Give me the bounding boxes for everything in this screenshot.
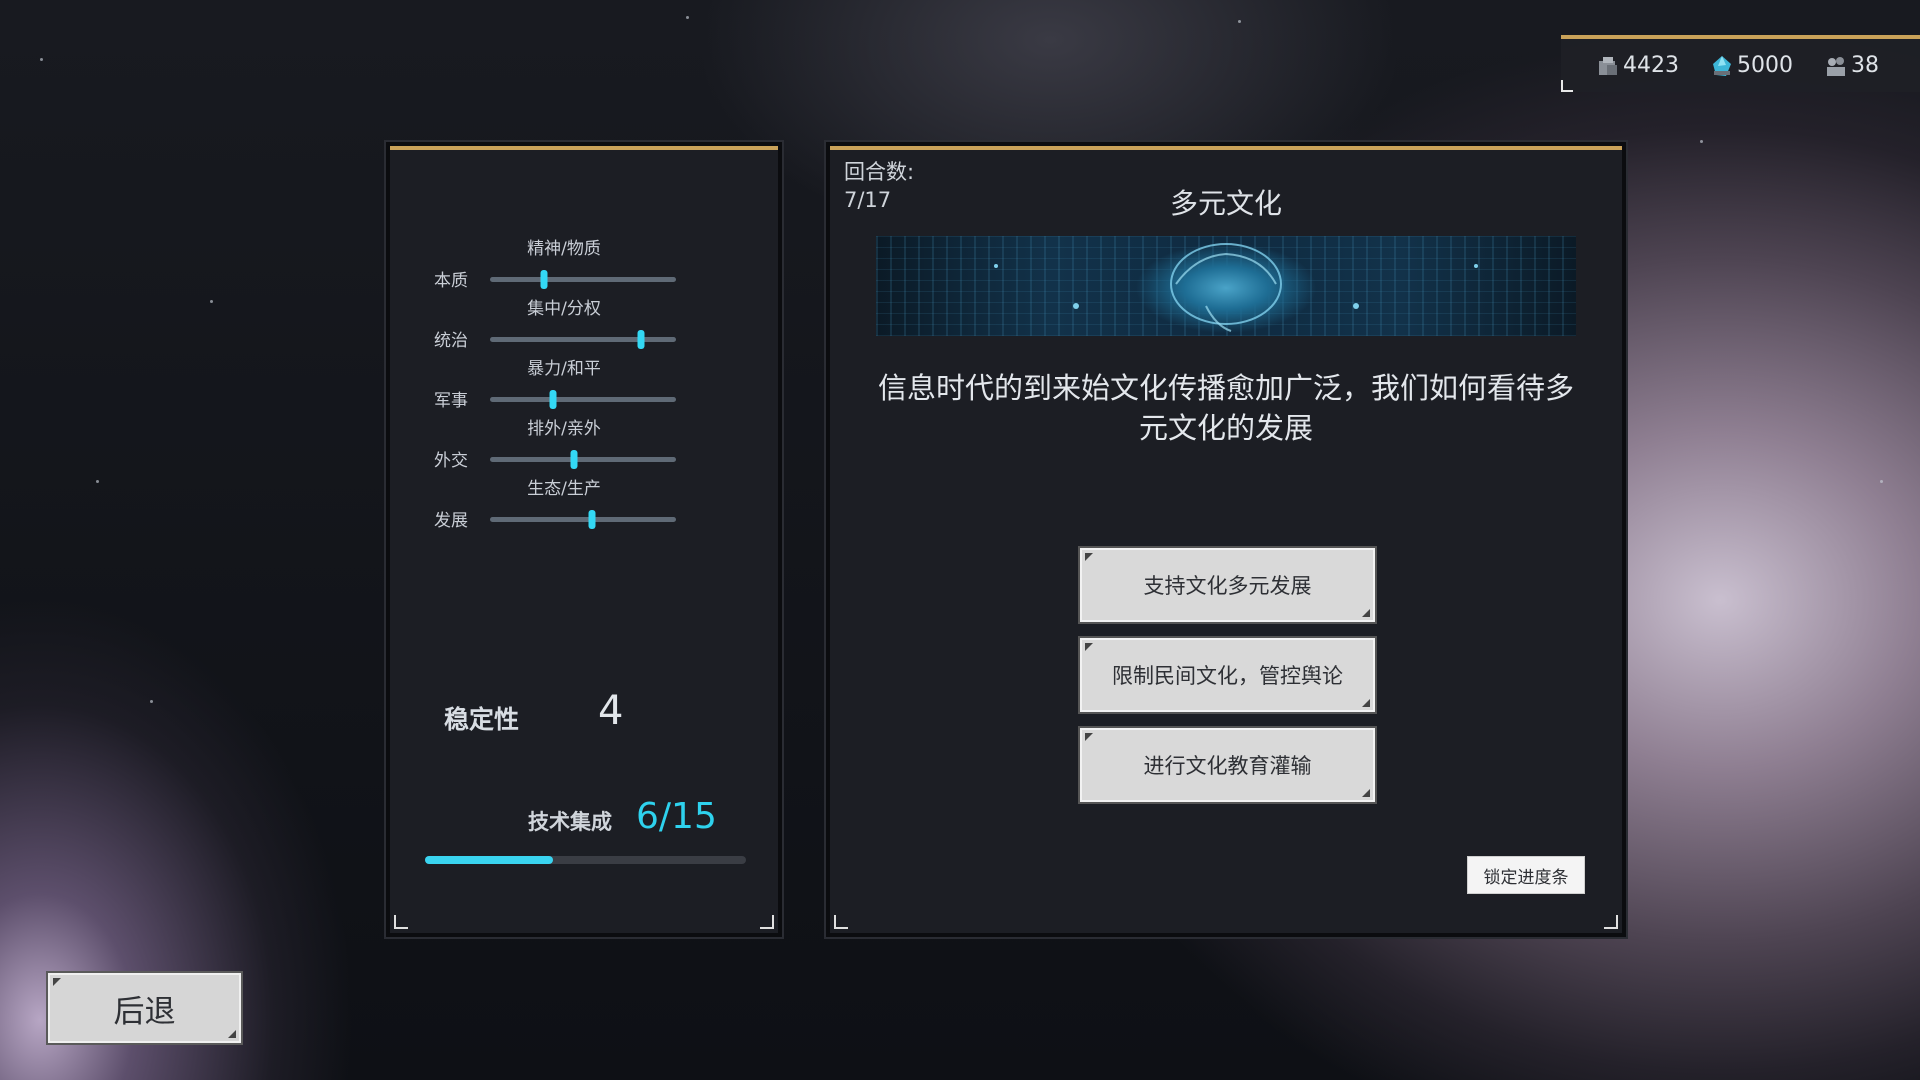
slider-knob: [637, 330, 645, 349]
slider-title: 暴力/和平: [527, 359, 601, 379]
tech-progress-fill: [425, 856, 554, 864]
stone-resource-icon: [1599, 56, 1617, 75]
slider-label: 发展: [434, 511, 468, 531]
resource-bar: 4423 5000 38: [1561, 35, 1920, 92]
slider-diplomacy: 排外/亲外 外交: [390, 414, 778, 474]
slider-development: 生态/生产 发展: [390, 474, 778, 534]
brain-circuit-icon: [994, 243, 1478, 332]
energy-crystal-icon: [1713, 55, 1731, 76]
resource-stone: 4423: [1595, 53, 1679, 79]
slider-label: 外交: [434, 451, 468, 471]
event-description: 信息时代的到来始文化传播愈加广泛，我们如何看待多元文化的发展: [877, 371, 1574, 445]
slider-knob: [549, 390, 557, 409]
slider-essence: 精神/物质 本质: [390, 234, 778, 294]
slider-label: 军事: [434, 391, 468, 411]
slider-track: [490, 390, 676, 409]
slider-knob: [540, 270, 548, 289]
slider-label: 统治: [434, 331, 468, 351]
ideology-panel: 精神/物质 本质 集中/分权 统治 暴力/和平 军事 排外/亲外 外交 生态/生…: [386, 142, 782, 937]
option-button-support-diversity[interactable]: 支持文化多元发展: [1078, 546, 1377, 624]
resource-energy: 5000: [1709, 53, 1793, 79]
lock-progress-button[interactable]: 锁定进度条: [1467, 856, 1585, 894]
slider-knob: [570, 450, 578, 469]
slider-title: 集中/分权: [527, 299, 601, 319]
slider-governance: 集中/分权 统治: [390, 294, 778, 354]
slider-knob: [588, 510, 596, 529]
tech-integration-label: 技术集成: [528, 810, 612, 834]
event-banner-image: [876, 236, 1576, 336]
stability-value: 4: [598, 688, 624, 734]
tech-integration-value: 6/15: [636, 796, 717, 837]
event-panel: 回合数: 7/17 多元文化 信息时代的到来始文化传播愈加广泛，我们如何看待多元…: [826, 142, 1626, 937]
slider-title: 排外/亲外: [527, 419, 601, 439]
resource-population: 38: [1823, 53, 1879, 79]
slider-title: 精神/物质: [527, 239, 601, 259]
tech-progress-bar: [425, 856, 746, 864]
slider-track: [490, 330, 676, 349]
event-title: 多元文化: [1169, 187, 1282, 220]
stability-label: 稳定性: [444, 705, 520, 734]
slider-military: 暴力/和平 军事: [390, 354, 778, 414]
option-button-restrict-culture[interactable]: 限制民间文化，管控舆论: [1078, 636, 1377, 714]
slider-label: 本质: [434, 271, 468, 291]
back-button[interactable]: 后退: [46, 971, 243, 1045]
population-icon: [1827, 56, 1845, 76]
slider-title: 生态/生产: [527, 479, 601, 499]
slider-track: [490, 510, 676, 529]
slider-track: [490, 270, 676, 289]
option-button-cultural-education[interactable]: 进行文化教育灌输: [1078, 726, 1377, 804]
slider-track: [490, 450, 676, 469]
